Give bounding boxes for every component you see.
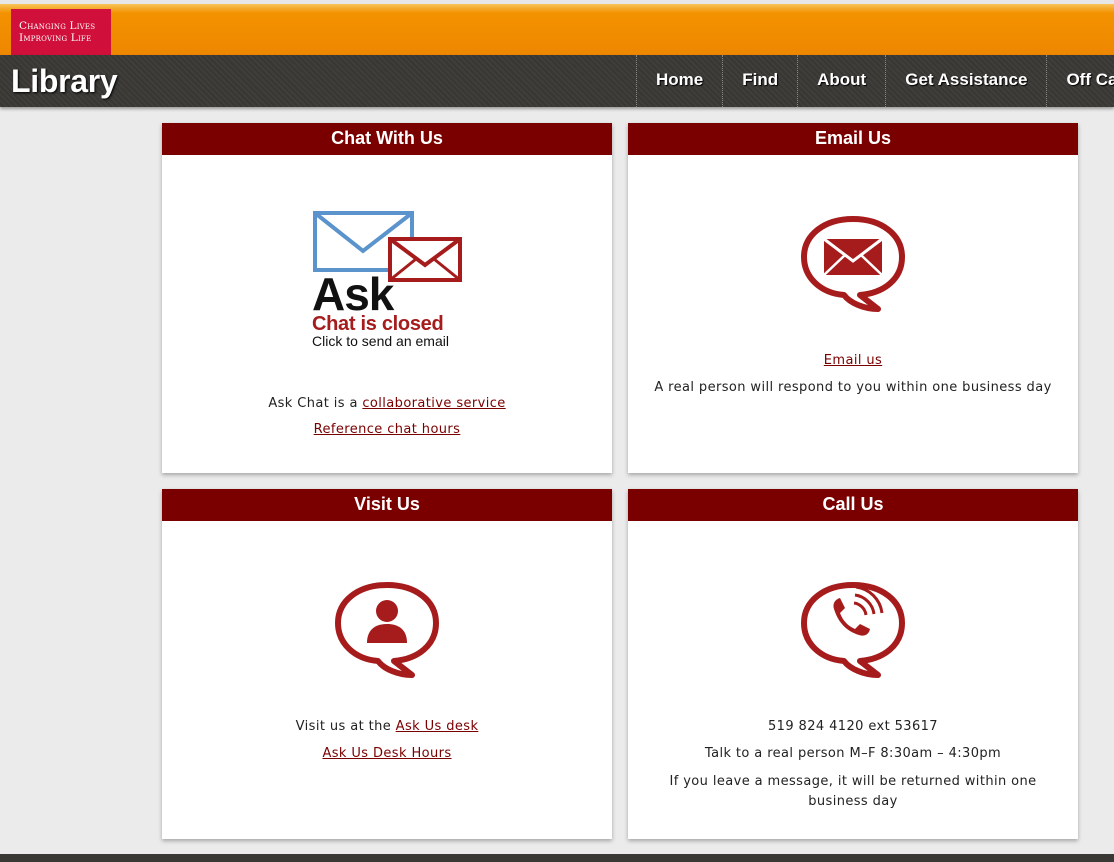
visit-panel-title: Visit Us	[162, 489, 612, 521]
call-icon-wrap	[798, 579, 908, 683]
main-nav: Home Find About Get Assistance Off Cam	[636, 55, 1114, 107]
visit-prefix: Visit us at the	[295, 719, 396, 734]
call-panel-title: Call Us	[628, 489, 1078, 521]
ask-chat-graphic[interactable]: Ask Chat is closed Click to send an emai…	[310, 207, 465, 359]
call-panel: Call Us 519 824 4120 ext 53617 Talk to a…	[628, 489, 1078, 839]
nav-about[interactable]: About	[797, 55, 885, 107]
top-brand-bar: Changing Lives Improving Life	[0, 0, 1114, 58]
site-title[interactable]: Library	[11, 63, 118, 100]
footer-strip	[0, 854, 1114, 862]
chat-panel: Chat With Us Ask Chat is closed Click to…	[162, 123, 612, 473]
person-speech-icon	[335, 582, 439, 678]
chat-panel-title: Chat With Us	[162, 123, 612, 155]
ask-chat-ask-label: Ask	[312, 268, 394, 320]
ask-chat-subtext: Click to send an email	[312, 333, 449, 349]
email-us-link[interactable]: Email us	[824, 353, 882, 368]
email-icon-wrap[interactable]	[798, 213, 908, 317]
chat-service-text: Ask Chat is a collaborative service	[162, 396, 612, 411]
nav-get-assistance[interactable]: Get Assistance	[885, 55, 1046, 107]
logo-line-1: Changing Lives	[19, 20, 96, 32]
email-panel: Email Us Email us A real person will res…	[628, 123, 1078, 473]
main-navbar: Library Home Find About Get Assistance O…	[0, 55, 1114, 107]
nav-off-campus[interactable]: Off Cam	[1046, 55, 1114, 107]
chat-hours-row: Reference chat hours	[162, 422, 612, 437]
call-hours-text: Talk to a real person M–F 8:30am – 4:30p…	[704, 746, 1002, 761]
nav-home[interactable]: Home	[636, 55, 722, 107]
reference-chat-hours-link[interactable]: Reference chat hours	[314, 422, 461, 437]
phone-speech-icon	[801, 582, 905, 678]
phone-number: 519 824 4120 ext 53617	[768, 719, 938, 734]
email-response-text: A real person will respond to you within…	[654, 380, 1052, 395]
voicemail-note: If you leave a message, it will be retur…	[669, 774, 1037, 809]
university-logo[interactable]: Changing Lives Improving Life	[11, 9, 111, 58]
visit-icon-wrap	[332, 579, 442, 683]
email-panel-title: Email Us	[628, 123, 1078, 155]
logo-line-2: Improving Life	[19, 32, 92, 44]
envelope-speech-icon	[801, 216, 905, 312]
visit-desk-text: Visit us at the Ask Us desk	[162, 719, 612, 734]
ask-chat-status: Chat is closed	[312, 313, 444, 335]
ask-us-desk-link[interactable]: Ask Us desk	[396, 719, 479, 734]
email-link-row: Email us	[628, 353, 1078, 368]
nav-find[interactable]: Find	[722, 55, 797, 107]
chat-service-prefix: Ask Chat is a	[268, 396, 363, 411]
visit-panel: Visit Us Visit us at the Ask Us desk Ask…	[162, 489, 612, 839]
visit-hours-row: Ask Us Desk Hours	[162, 746, 612, 761]
collaborative-service-link[interactable]: collaborative service	[362, 396, 505, 411]
ask-us-desk-hours-link[interactable]: Ask Us Desk Hours	[322, 746, 451, 761]
